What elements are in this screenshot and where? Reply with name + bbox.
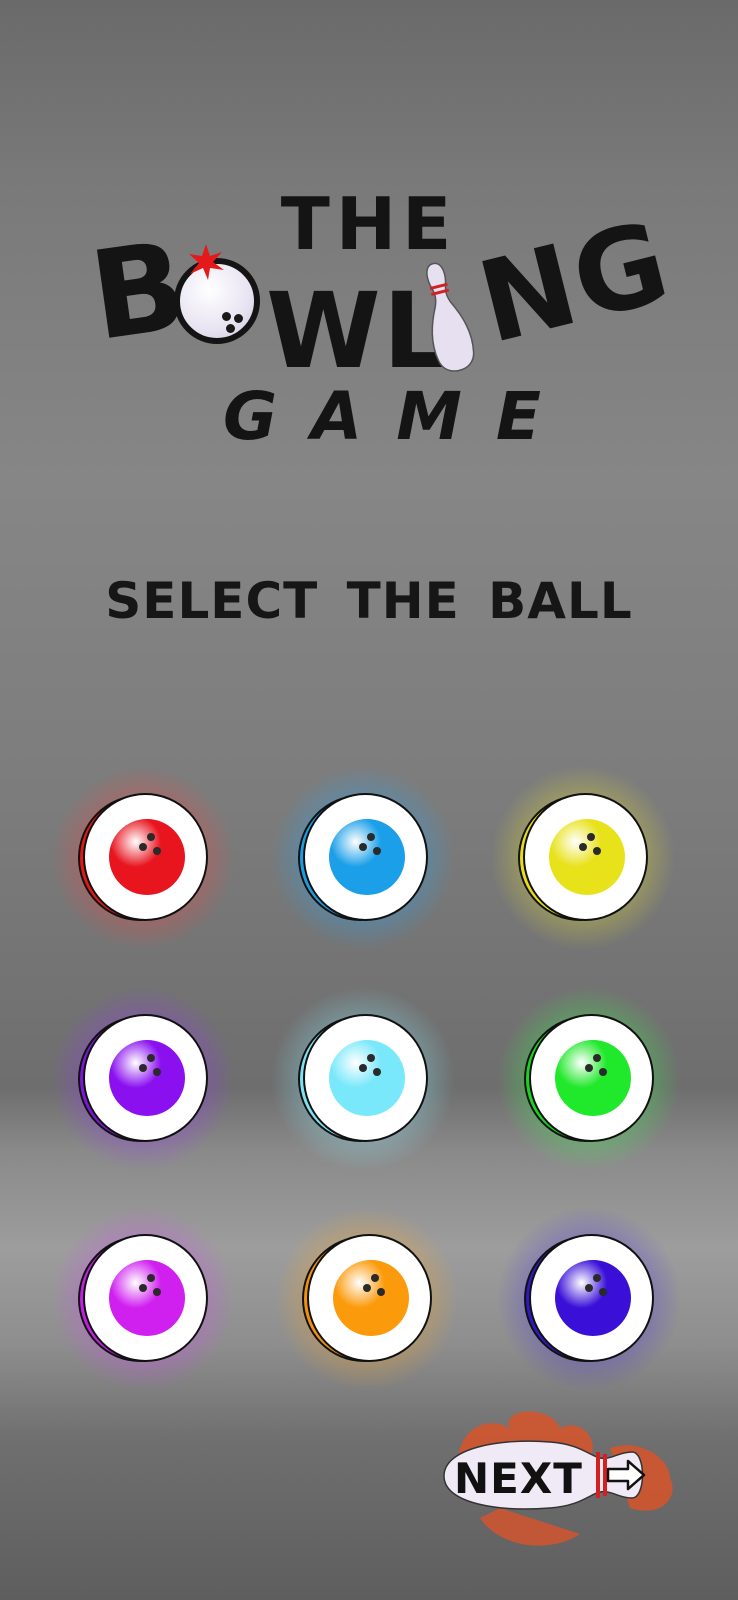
magenta-ball-icon [109,1260,185,1336]
blue-ball-icon [329,819,405,895]
game-logo: THE B WL NG GAME [0,0,738,500]
yellow-ball-icon [549,819,625,895]
indigo-ball-icon [555,1260,631,1336]
ball-option-green[interactable] [496,986,682,1172]
next-button[interactable]: NEXT [440,1408,690,1558]
light-blue-ball-icon [329,1040,405,1116]
arrow-right-icon [606,1459,646,1491]
select-ball-heading: SELECT THE BALL [105,572,633,630]
ball-option-blue[interactable] [270,765,456,951]
logo-text-game: GAME [222,378,575,455]
ball-option-red[interactable] [50,765,236,951]
next-button-label: NEXT [454,1454,583,1503]
impact-spark-icon [189,244,224,280]
red-ball-icon [109,819,185,895]
green-ball-icon [555,1040,631,1116]
ball-option-orange[interactable] [274,1206,460,1392]
purple-ball-icon [109,1040,185,1116]
ball-option-purple[interactable] [50,986,236,1172]
orange-ball-icon [333,1260,409,1336]
ball-option-magenta[interactable] [50,1206,236,1392]
ball-option-indigo[interactable] [496,1206,682,1392]
ball-option-yellow[interactable] [490,765,676,951]
ball-option-light-blue[interactable] [270,986,456,1172]
